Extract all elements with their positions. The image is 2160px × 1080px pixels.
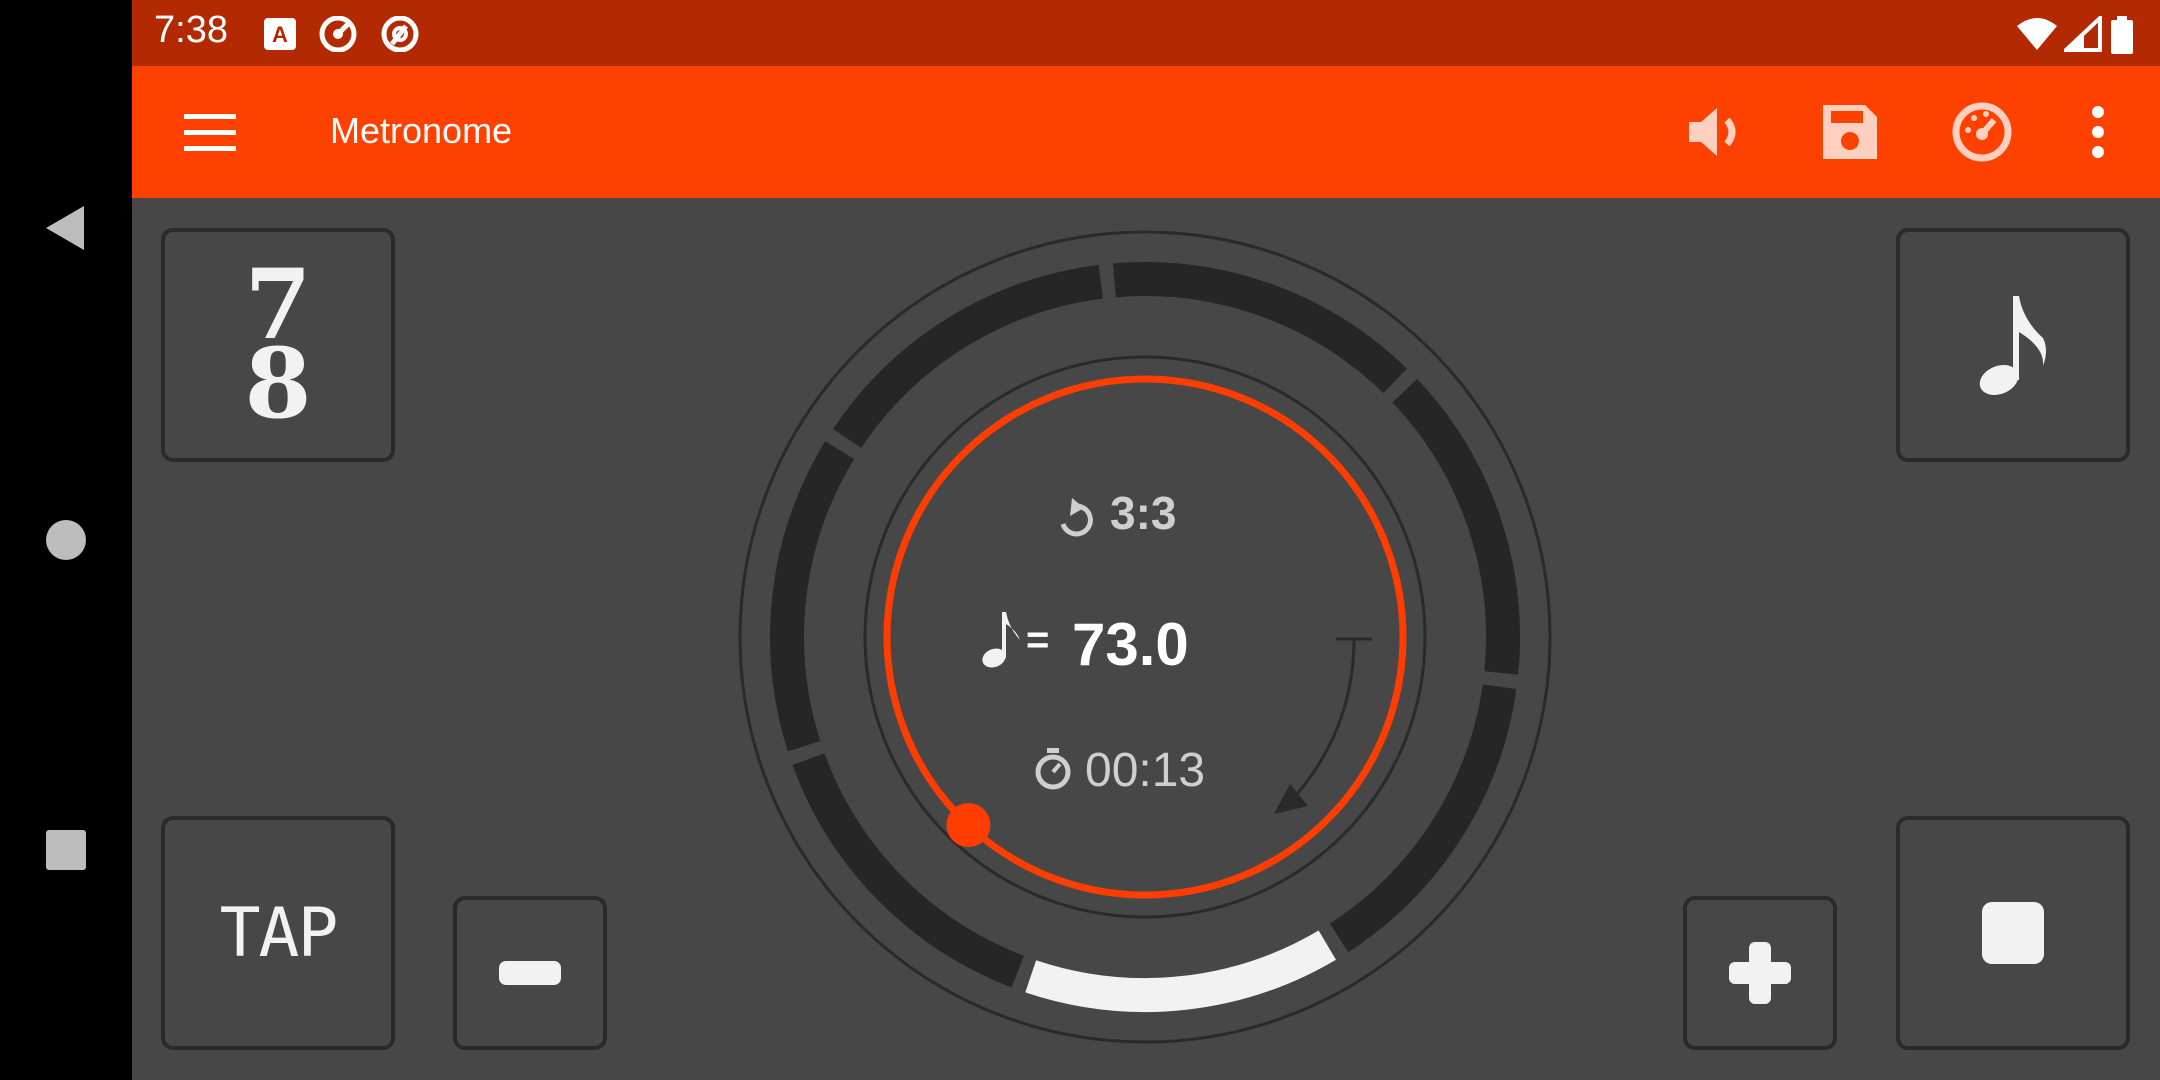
back-button[interactable] bbox=[0, 196, 132, 260]
tempo-note-icon bbox=[982, 612, 1020, 668]
repeat-icon bbox=[1060, 498, 1093, 537]
recents-button[interactable] bbox=[0, 818, 132, 882]
home-button[interactable] bbox=[0, 508, 132, 572]
beat-segment[interactable] bbox=[1025, 930, 1336, 1012]
tempo-equals: = bbox=[1026, 618, 1050, 662]
back-icon bbox=[46, 206, 84, 250]
beat-segment[interactable] bbox=[1392, 379, 1520, 675]
progress-marker[interactable] bbox=[946, 803, 991, 848]
tempo-value[interactable]: 73.0 bbox=[1072, 610, 1189, 679]
system-nav-bar bbox=[0, 0, 132, 1080]
metronome-dial[interactable] bbox=[132, 0, 2160, 1080]
beat-segment[interactable] bbox=[770, 441, 855, 752]
recents-icon bbox=[46, 830, 86, 870]
progress-marker-dot[interactable] bbox=[946, 803, 991, 848]
app-screen: 7:38 A Metronome 7 8 TAP 3:3 = 73.0 00:1… bbox=[132, 0, 2160, 1080]
home-icon bbox=[46, 520, 86, 560]
repeat-count: 3:3 bbox=[1110, 487, 1177, 539]
beat-segment[interactable] bbox=[1112, 261, 1408, 394]
elapsed-time: 00:13 bbox=[1085, 744, 1206, 797]
beat-segment[interactable] bbox=[792, 753, 1024, 988]
stopwatch-icon bbox=[1035, 748, 1071, 790]
